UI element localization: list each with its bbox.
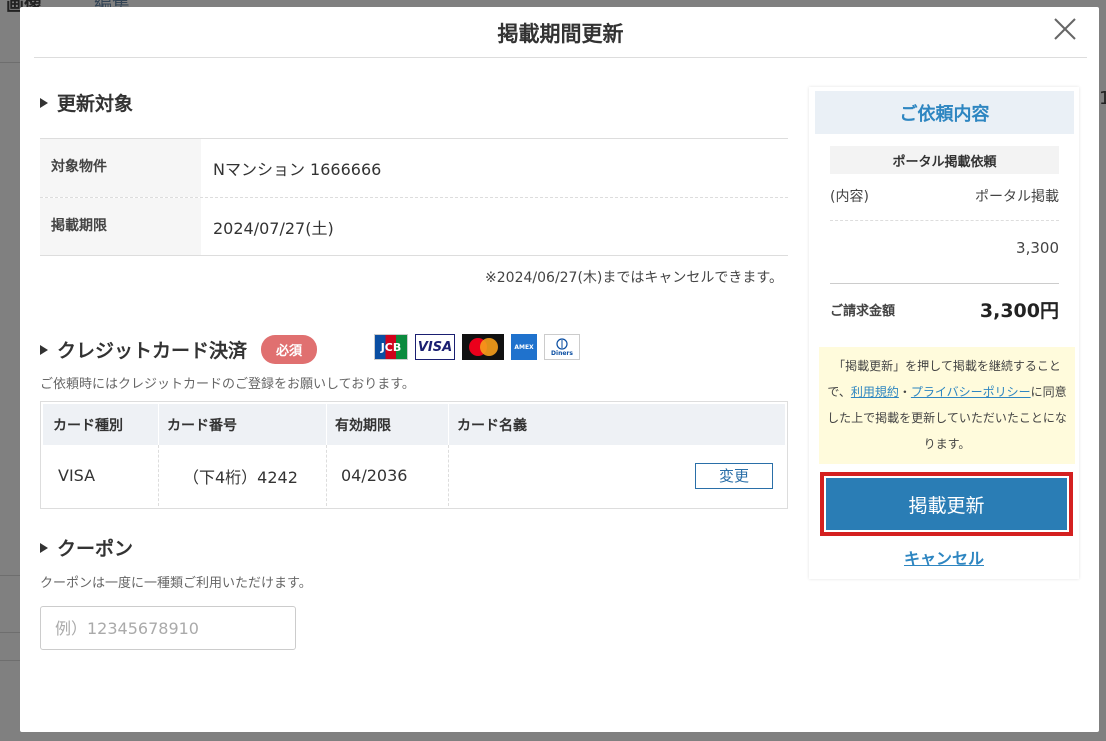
summary-divider	[830, 220, 1059, 221]
total-label: ご請求金額	[830, 304, 896, 319]
col-header-holder: カード名義	[448, 404, 785, 445]
notice-separator: ・	[898, 385, 911, 399]
jcb-logo-icon: JCB	[374, 334, 408, 360]
info-label: 掲載期限	[40, 198, 201, 255]
renewal-title-text: 更新対象	[57, 93, 134, 115]
modal-header: 掲載期間更新	[34, 7, 1087, 58]
coupon-section-title: クーポン	[40, 534, 133, 561]
cancel-link[interactable]: キャンセル	[809, 545, 1079, 569]
summary-content-row: (内容) ポータル掲載	[830, 186, 1059, 206]
close-icon	[1054, 18, 1076, 40]
required-badge: 必須	[261, 335, 318, 364]
visa-logo-icon: VISA	[415, 334, 455, 360]
col-header-card-number: カード番号	[158, 404, 326, 445]
summary-amount-row: 3,300	[830, 239, 1059, 257]
renewal-info-table: 対象物件 Nマンション 1666666 掲載期限 2024/07/27(土)	[40, 138, 788, 256]
info-row: 対象物件 Nマンション 1666666	[40, 139, 788, 197]
triangle-bullet-icon	[40, 344, 48, 355]
summary-divider	[830, 283, 1059, 284]
submit-highlight: 掲載更新	[820, 472, 1073, 536]
card-number-cell: （下4桁）4242	[158, 445, 326, 506]
backdrop-divider	[0, 575, 20, 576]
triangle-bullet-icon	[40, 97, 48, 108]
renewal-section-title: 更新対象	[40, 89, 133, 116]
summary-total-row: ご請求金額 3,300円	[830, 296, 1059, 323]
col-header-expiry: 有効期限	[326, 404, 448, 445]
change-card-button[interactable]: 変更	[695, 462, 773, 489]
info-row: 掲載期限 2024/07/27(土)	[40, 197, 788, 255]
amount-value: 3,300	[1016, 239, 1059, 257]
order-summary-panel: ご依頼内容 ポータル掲載依頼 (内容) ポータル掲載 3,300 ご請求金額 3…	[809, 87, 1079, 579]
renewal-modal: 掲載期間更新 更新対象 対象物件 Nマンション 1666666 掲載期限 202…	[20, 7, 1099, 732]
backdrop-divider	[0, 62, 20, 63]
renew-listing-button[interactable]: 掲載更新	[826, 478, 1067, 530]
card-table: カード種別 カード番号 有効期限 カード名義 VISA （下4桁）4242 04…	[40, 401, 788, 509]
content-value: ポータル掲載	[975, 189, 1059, 205]
summary-subtitle: ポータル掲載依頼	[830, 146, 1059, 174]
credit-title-text: クレジットカード決済	[57, 340, 248, 362]
close-button[interactable]	[1051, 15, 1079, 43]
card-holder-cell: 変更	[448, 445, 785, 506]
modal-title: 掲載期間更新	[497, 22, 624, 46]
card-expiry-cell: 04/2036	[326, 445, 448, 506]
coupon-input[interactable]	[40, 606, 296, 650]
info-value: 2024/07/27(土)	[213, 218, 334, 238]
card-table-header: カード種別 カード番号 有効期限 カード名義	[43, 404, 785, 445]
cancel-deadline-note: ※2024/06/27(木)まではキャンセルできます。	[485, 270, 783, 286]
coupon-title-text: クーポン	[57, 538, 134, 560]
backdrop-text: 1	[1099, 88, 1106, 109]
total-value: 3,300円	[979, 300, 1059, 322]
content-label: (内容)	[830, 189, 869, 205]
backdrop-divider	[0, 660, 20, 661]
info-label: 対象物件	[40, 139, 201, 197]
credit-note: ご依頼時にはクレジットカードのご登録をお願いしております。	[40, 377, 415, 392]
coupon-note: クーポンは一度に一種類ご利用いただけます。	[40, 576, 312, 591]
col-header-card-type: カード種別	[53, 417, 123, 434]
privacy-policy-link[interactable]: プライバシーポリシー	[911, 385, 1031, 399]
backdrop-divider	[0, 632, 20, 633]
consent-notice: 「掲載更新」を押して掲載を継続することで、利用規約・プライバシーポリシーに同意し…	[819, 347, 1075, 464]
diners-logo-icon: Diners	[544, 334, 580, 360]
summary-title: ご依頼内容	[815, 91, 1074, 134]
card-type-cell: VISA	[58, 466, 96, 485]
card-brand-logos: JCB VISA AMEX Diners	[374, 334, 580, 360]
triangle-bullet-icon	[40, 542, 48, 553]
terms-link[interactable]: 利用規約	[851, 385, 899, 399]
credit-section-title: クレジットカード決済 必須	[40, 335, 318, 364]
amex-logo-icon: AMEX	[511, 334, 537, 360]
info-value: Nマンション 1666666	[213, 160, 382, 179]
table-row: VISA （下4桁）4242 04/2036 変更	[43, 445, 785, 506]
mastercard-logo-icon	[462, 334, 504, 360]
